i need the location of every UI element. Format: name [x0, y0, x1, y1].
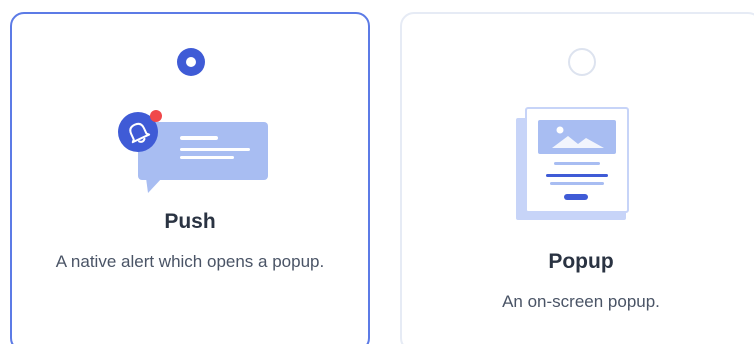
image-sun-icon — [556, 126, 564, 134]
popup-window-illustration — [516, 107, 629, 220]
popup-radio-unselected[interactable] — [568, 48, 596, 76]
popup-option-title: Popup — [548, 250, 614, 273]
popup-option-card[interactable]: Popup An on-screen popup. — [400, 12, 754, 344]
push-option-card[interactable]: Push A native alert which opens a popup. — [10, 12, 370, 344]
notification-dot-icon — [150, 110, 162, 122]
push-radio-selected[interactable] — [177, 48, 205, 76]
push-option-description: A native alert which opens a popup. — [55, 252, 325, 271]
notification-type-selector: Push A native alert which opens a popup.… — [0, 0, 754, 344]
push-notification-illustration — [118, 110, 268, 193]
push-option-title: Push — [164, 210, 216, 233]
popup-option-description: An on-screen popup. — [502, 292, 660, 311]
